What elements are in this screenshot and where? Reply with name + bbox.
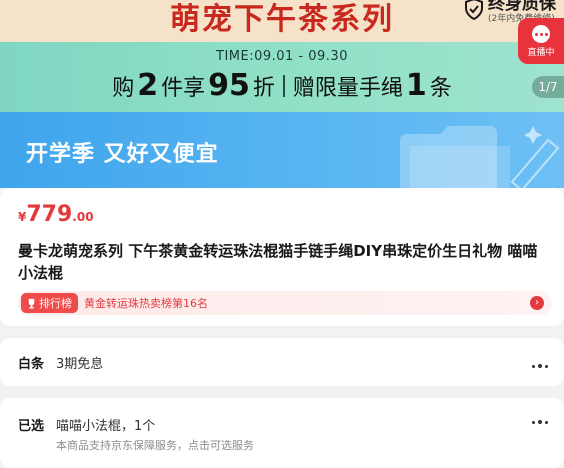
live-badge[interactable]: 直播中: [518, 18, 564, 64]
promo-count: 2: [137, 68, 159, 103]
service-hint: 本商品支持京东保障服务，点击可选服务: [56, 439, 254, 452]
warranty-main-text: 终身质保: [488, 0, 556, 14]
promo-line: 购 2 件享 95 折 赠限量手绳 1 条: [0, 68, 564, 103]
live-icon: [532, 25, 550, 43]
baitiao-value: 3期免息: [56, 357, 104, 372]
promo-text: 条: [429, 76, 452, 101]
promo-gift-count: 1: [405, 68, 427, 103]
folder-pencil-icon: [400, 126, 560, 188]
live-label: 直播中: [527, 48, 555, 58]
shield-check-icon: [465, 0, 483, 20]
price-decimal: .00: [72, 210, 94, 224]
ranking-text: 黄金转运珠热卖榜第16名: [84, 297, 208, 310]
trophy-icon: [28, 298, 35, 309]
selected-value: 喵喵小法棍，1个: [56, 419, 156, 434]
promo-gift-text: 赠限量手绳: [292, 76, 403, 101]
baitiao-label: 白条: [18, 357, 45, 372]
school-season-text: 开学季 又好又便宜: [26, 142, 219, 167]
promo-text: 购: [112, 76, 135, 101]
ranking-bar[interactable]: 排行榜 黄金转运珠热卖榜第16名 ›: [18, 291, 552, 315]
product-title: 曼卡龙萌宠系列 下午茶黄金转运珠法棍猫手链手绳DIY串珠定价生日礼物 喵喵小法棍: [18, 242, 538, 282]
school-season-strip: 开学季 又好又便宜: [0, 112, 564, 188]
promo-text: 折: [252, 76, 275, 101]
banner-top-strip: 萌宠下午茶系列 终身质保 (2年内免费维修): [0, 0, 564, 42]
more-icon[interactable]: [529, 420, 548, 424]
more-icon[interactable]: [529, 364, 548, 368]
price-integer: 779: [26, 202, 73, 227]
promo-text: 件享: [161, 76, 206, 101]
product-price: ¥779.00: [18, 202, 94, 227]
promo-divider: [282, 74, 285, 97]
ranking-badge: 排行榜: [21, 293, 78, 313]
banner-page-indicator: 1/7: [532, 76, 564, 98]
selected-label: 已选: [18, 419, 45, 434]
promo-strip: TIME:09.01 - 09.30 购 2 件享 95 折 赠限量手绳 1 条: [0, 42, 564, 112]
product-banner[interactable]: 萌宠下午茶系列 终身质保 (2年内免费维修) TIME:09.01 - 09.3…: [0, 0, 564, 188]
promo-discount: 95: [208, 68, 250, 103]
series-title: 萌宠下午茶系列: [170, 2, 394, 37]
chevron-right-icon: ›: [530, 296, 544, 310]
ranking-badge-label: 排行榜: [39, 297, 72, 310]
product-info-card: ¥779.00 曼卡龙萌宠系列 下午茶黄金转运珠法棍猫手链手绳DIY串珠定价生日…: [0, 188, 564, 326]
baitiao-row[interactable]: 白条 3期免息: [0, 338, 564, 386]
selected-spec-row[interactable]: 已选 喵喵小法棍，1个 本商品支持京东保障服务，点击可选服务: [0, 398, 564, 468]
promo-time: TIME:09.01 - 09.30: [216, 49, 348, 64]
